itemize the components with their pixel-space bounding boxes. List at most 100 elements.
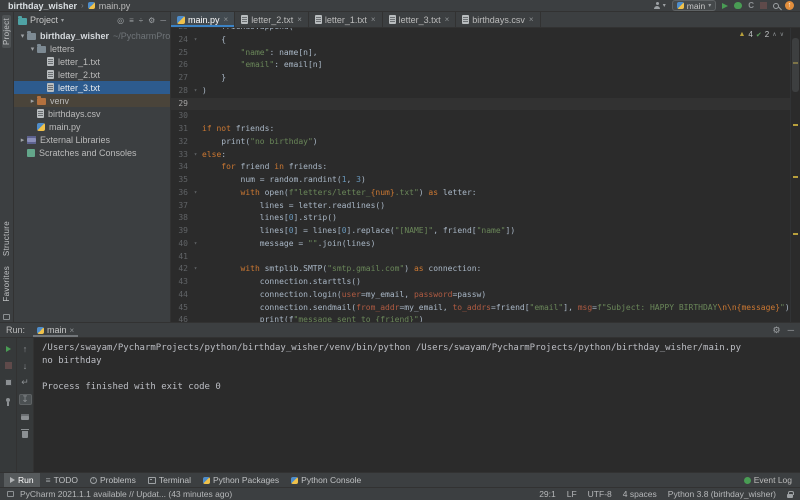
close-icon[interactable]: ×	[371, 15, 376, 24]
indent-setting[interactable]: 4 spaces	[623, 489, 657, 499]
tree-item-letter-1-txt[interactable]: letter_1.txt	[14, 55, 170, 68]
tool-stripe-favorites[interactable]: Favorites	[2, 266, 11, 302]
tree-item-letters[interactable]: ▾letters	[14, 42, 170, 55]
code-line-41[interactable]: 41	[171, 251, 790, 264]
debug-button[interactable]	[734, 2, 742, 9]
code-line-30[interactable]: 30	[171, 110, 790, 123]
stop-button[interactable]	[760, 2, 767, 9]
editor-scrollbar[interactable]	[790, 28, 800, 322]
run-tab[interactable]: main ×	[33, 323, 78, 337]
expand-all-icon[interactable]: ≡	[129, 16, 134, 25]
fold-icon[interactable]: ▾	[191, 85, 200, 98]
warning-stripe-mark[interactable]	[793, 124, 798, 126]
toolwindow-button-python-packages[interactable]: Python Packages	[197, 473, 285, 487]
hide-panel-icon[interactable]: ─	[160, 16, 166, 25]
tab-letter_3-txt[interactable]: letter_3.txt×	[383, 12, 457, 27]
restore-layout-button[interactable]	[2, 377, 15, 388]
code-line-45[interactable]: 45 connection.sendmail(from_addr=my_emai…	[171, 302, 790, 315]
fold-icon[interactable]: ▾	[191, 238, 200, 251]
line-ending[interactable]: LF	[567, 489, 577, 499]
event-log-button[interactable]: Event Log	[744, 475, 796, 485]
search-everywhere-button[interactable]	[773, 3, 779, 9]
tree-item-external-libraries[interactable]: ▸External Libraries	[14, 133, 170, 146]
tree-item-birthdays-csv[interactable]: birthdays.csv	[14, 107, 170, 120]
code-line-40[interactable]: 40▾ message = "".join(lines)	[171, 238, 790, 251]
inspections-widget[interactable]: ▲ 4 ✔ 2 ∧ ∨	[736, 30, 786, 39]
fold-icon[interactable]: ▾	[191, 263, 200, 276]
tree-item-birthday-wisher[interactable]: ▾birthday_wisher~/PycharmProjects/py	[14, 29, 170, 42]
code-line-32[interactable]: 32 print("no birthday")	[171, 136, 790, 149]
update-status-text[interactable]: PyCharm 2021.1.1 available // Updat... (…	[20, 489, 232, 499]
tree-item-venv[interactable]: ▸venv	[14, 94, 170, 107]
up-button[interactable]: ↑	[19, 343, 32, 354]
fold-icon[interactable]: ▾	[191, 34, 200, 47]
code-line-28[interactable]: 28▾)	[171, 85, 790, 98]
stop-button[interactable]	[2, 360, 15, 371]
gear-icon[interactable]: ⚙	[773, 325, 781, 336]
warning-stripe-mark[interactable]	[793, 233, 798, 235]
encoding[interactable]: UTF-8	[588, 489, 612, 499]
tool-window-toggle-icon[interactable]	[3, 314, 10, 320]
close-icon[interactable]: ×	[297, 15, 302, 24]
code-line-24[interactable]: 24▾ {	[171, 34, 790, 47]
code-line-37[interactable]: 37 lines = letter.readlines()	[171, 200, 790, 213]
code-line-39[interactable]: 39 lines[0] = lines[0].replace("[NAME]",…	[171, 225, 790, 238]
tree-chevron-icon[interactable]: ▸	[18, 136, 27, 144]
tree-item-letter-2-txt[interactable]: letter_2.txt	[14, 68, 170, 81]
run-button[interactable]	[722, 3, 728, 9]
code-line-31[interactable]: 31if not friends:	[171, 123, 790, 136]
tool-stripe-project[interactable]: Project	[2, 15, 11, 48]
code-line-46[interactable]: 46 print(f"message sent to {friend}")	[171, 314, 790, 322]
toolwindow-button-todo[interactable]: ≡TODO	[40, 473, 84, 487]
close-icon[interactable]: ×	[70, 326, 75, 335]
update-notification-icon[interactable]: ↑	[785, 1, 794, 10]
project-panel-title[interactable]: Project	[30, 15, 58, 25]
code-line-38[interactable]: 38 lines[0].strip()	[171, 212, 790, 225]
gear-icon[interactable]: ⚙	[148, 16, 155, 25]
code-line-27[interactable]: 27 }	[171, 72, 790, 85]
code-line-29[interactable]: 29	[171, 98, 790, 111]
tab-birthdays-csv[interactable]: birthdays.csv×	[456, 12, 540, 27]
code-line-35[interactable]: 35 num = random.randint(1, 3)	[171, 174, 790, 187]
code-line-33[interactable]: 33▾else:	[171, 149, 790, 162]
tree-chevron-icon[interactable]: ▾	[18, 32, 27, 40]
hide-panel-icon[interactable]: ─	[788, 325, 794, 335]
pin-button[interactable]	[2, 394, 15, 405]
prev-problem-icon[interactable]: ∧	[772, 31, 776, 38]
close-icon[interactable]: ×	[445, 15, 450, 24]
code-line-25[interactable]: 25 "name": name[n],	[171, 47, 790, 60]
tree-item-scratches-and-consoles[interactable]: Scratches and Consoles	[14, 146, 170, 159]
toolwindow-button-terminal[interactable]: Terminal	[142, 473, 197, 487]
toolwindow-button-python-console[interactable]: Python Console	[285, 473, 367, 487]
locate-file-icon[interactable]: ◎	[117, 16, 124, 25]
soft-wrap-button[interactable]: ↵	[19, 377, 32, 388]
tree-chevron-icon[interactable]: ▸	[28, 97, 37, 105]
close-icon[interactable]: ×	[529, 15, 534, 24]
tab-letter_1-txt[interactable]: letter_1.txt×	[309, 12, 383, 27]
next-problem-icon[interactable]: ∨	[780, 31, 784, 38]
code-line-44[interactable]: 44 connection.login(user=my_email, passw…	[171, 289, 790, 302]
code-editor[interactable]: 23 friends.append(24▾ {25 "name": name[n…	[171, 28, 800, 322]
scroll-end-button[interactable]: ↧	[19, 394, 32, 405]
python-interpreter[interactable]: Python 3.8 (birthday_wisher)	[668, 489, 776, 499]
tree-item-main-py[interactable]: main.py	[14, 120, 170, 133]
code-line-36[interactable]: 36▾ with open(f"letters/letter_{num}.txt…	[171, 187, 790, 200]
scrollbar-thumb[interactable]	[792, 38, 799, 92]
tree-item-letter-3-txt[interactable]: letter_3.txt	[14, 81, 170, 94]
caret-position[interactable]: 29:1	[539, 489, 556, 499]
collapse-all-icon[interactable]: ÷	[139, 16, 143, 25]
warning-stripe-mark[interactable]	[793, 176, 798, 178]
code-with-me-button[interactable]: ▾	[654, 2, 666, 9]
run-console-output[interactable]: /Users/swayam/PycharmProjects/python/bir…	[34, 338, 800, 472]
rerun-button[interactable]	[2, 343, 15, 354]
toolwindow-button-run[interactable]: Run	[4, 473, 40, 487]
code-line-34[interactable]: 34 for friend in friends:	[171, 161, 790, 174]
print-button[interactable]	[19, 411, 32, 422]
code-line-42[interactable]: 42▾ with smtplib.SMTP("smtp.gmail.com") …	[171, 263, 790, 276]
fold-icon[interactable]: ▾	[191, 187, 200, 200]
toolwindow-button-problems[interactable]: !Problems	[84, 473, 142, 487]
code-line-43[interactable]: 43 connection.starttls()	[171, 276, 790, 289]
readonly-lock-icon[interactable]	[787, 494, 793, 498]
tree-chevron-icon[interactable]: ▾	[28, 45, 37, 53]
fold-icon[interactable]: ▾	[191, 149, 200, 162]
